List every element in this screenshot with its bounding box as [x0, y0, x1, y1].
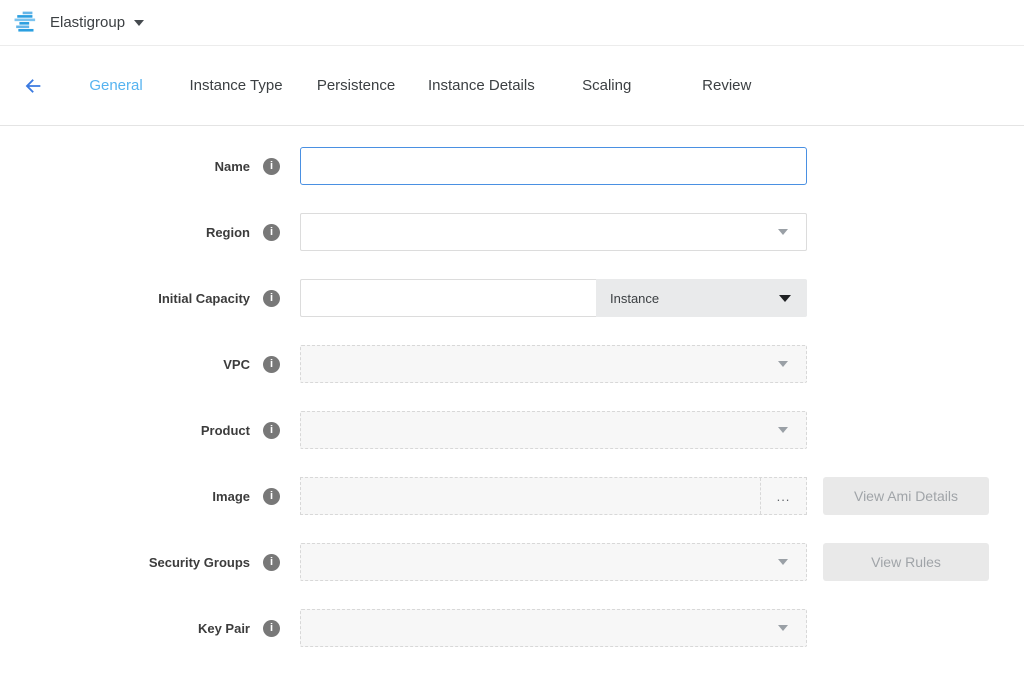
product-label: Product — [0, 423, 250, 438]
app-switcher-label[interactable]: Elastigroup — [50, 14, 125, 31]
elastigroup-logo-icon — [14, 11, 40, 35]
info-icon[interactable]: i — [263, 620, 280, 637]
key-pair-select[interactable] — [300, 609, 807, 647]
tab-persistence[interactable]: Persistence — [296, 46, 416, 126]
key-pair-label: Key Pair — [0, 621, 250, 636]
view-ami-details-button[interactable]: View Ami Details — [823, 477, 989, 515]
top-bar: Elastigroup — [0, 0, 1024, 46]
vpc-select[interactable] — [300, 345, 807, 383]
capacity-unit-value: Instance — [610, 291, 659, 306]
chevron-down-icon — [778, 559, 788, 565]
image-browse-button[interactable]: ... — [760, 478, 806, 514]
general-step-form: Name i Region i Initial Capacity i — [0, 126, 1024, 647]
elastigroup-wizard-screen: Elastigroup General Instance Type Persis… — [0, 0, 1024, 688]
tab-review[interactable]: Review — [667, 46, 787, 126]
info-icon[interactable]: i — [263, 356, 280, 373]
view-rules-button[interactable]: View Rules — [823, 543, 989, 581]
info-icon[interactable]: i — [263, 554, 280, 571]
tab-scaling[interactable]: Scaling — [547, 46, 667, 126]
tab-instance-type[interactable]: Instance Type — [176, 46, 296, 126]
chevron-down-icon — [778, 361, 788, 367]
initial-capacity-label: Initial Capacity — [0, 291, 250, 306]
info-icon[interactable]: i — [263, 290, 280, 307]
info-icon[interactable]: i — [263, 224, 280, 241]
form-row-security-groups: Security Groups i View Rules — [0, 543, 1024, 581]
image-value — [301, 478, 760, 514]
info-icon[interactable]: i — [263, 422, 280, 439]
image-label: Image — [0, 489, 250, 504]
chevron-down-icon — [778, 625, 788, 631]
vpc-label: VPC — [0, 357, 250, 372]
info-icon[interactable]: i — [263, 158, 280, 175]
product-select[interactable] — [300, 411, 807, 449]
form-row-product: Product i — [0, 411, 1024, 449]
form-row-image: Image i ... View Ami Details — [0, 477, 1024, 515]
region-label: Region — [0, 225, 250, 240]
tab-instance-details[interactable]: Instance Details — [416, 46, 547, 126]
security-groups-label: Security Groups — [0, 555, 250, 570]
back-button[interactable] — [20, 73, 46, 99]
form-row-region: Region i — [0, 213, 1024, 251]
chevron-down-icon — [779, 295, 791, 302]
back-arrow-icon — [22, 75, 44, 97]
chevron-down-icon[interactable] — [134, 20, 144, 26]
name-label: Name — [0, 159, 250, 174]
name-input[interactable] — [300, 147, 807, 185]
security-groups-select[interactable] — [300, 543, 807, 581]
form-row-name: Name i — [0, 147, 1024, 185]
image-input[interactable]: ... — [300, 477, 807, 515]
tab-general[interactable]: General — [56, 46, 176, 126]
info-icon[interactable]: i — [263, 488, 280, 505]
form-row-vpc: VPC i — [0, 345, 1024, 383]
initial-capacity-input[interactable] — [300, 279, 596, 317]
region-select[interactable] — [300, 213, 807, 251]
wizard-tabs: General Instance Type Persistence Instan… — [56, 46, 787, 126]
chevron-down-icon — [778, 427, 788, 433]
wizard-tab-bar: General Instance Type Persistence Instan… — [0, 46, 1024, 126]
capacity-unit-select[interactable]: Instance — [596, 279, 807, 317]
form-row-initial-capacity: Initial Capacity i Instance — [0, 279, 1024, 317]
chevron-down-icon — [778, 229, 788, 235]
form-row-key-pair: Key Pair i — [0, 609, 1024, 647]
